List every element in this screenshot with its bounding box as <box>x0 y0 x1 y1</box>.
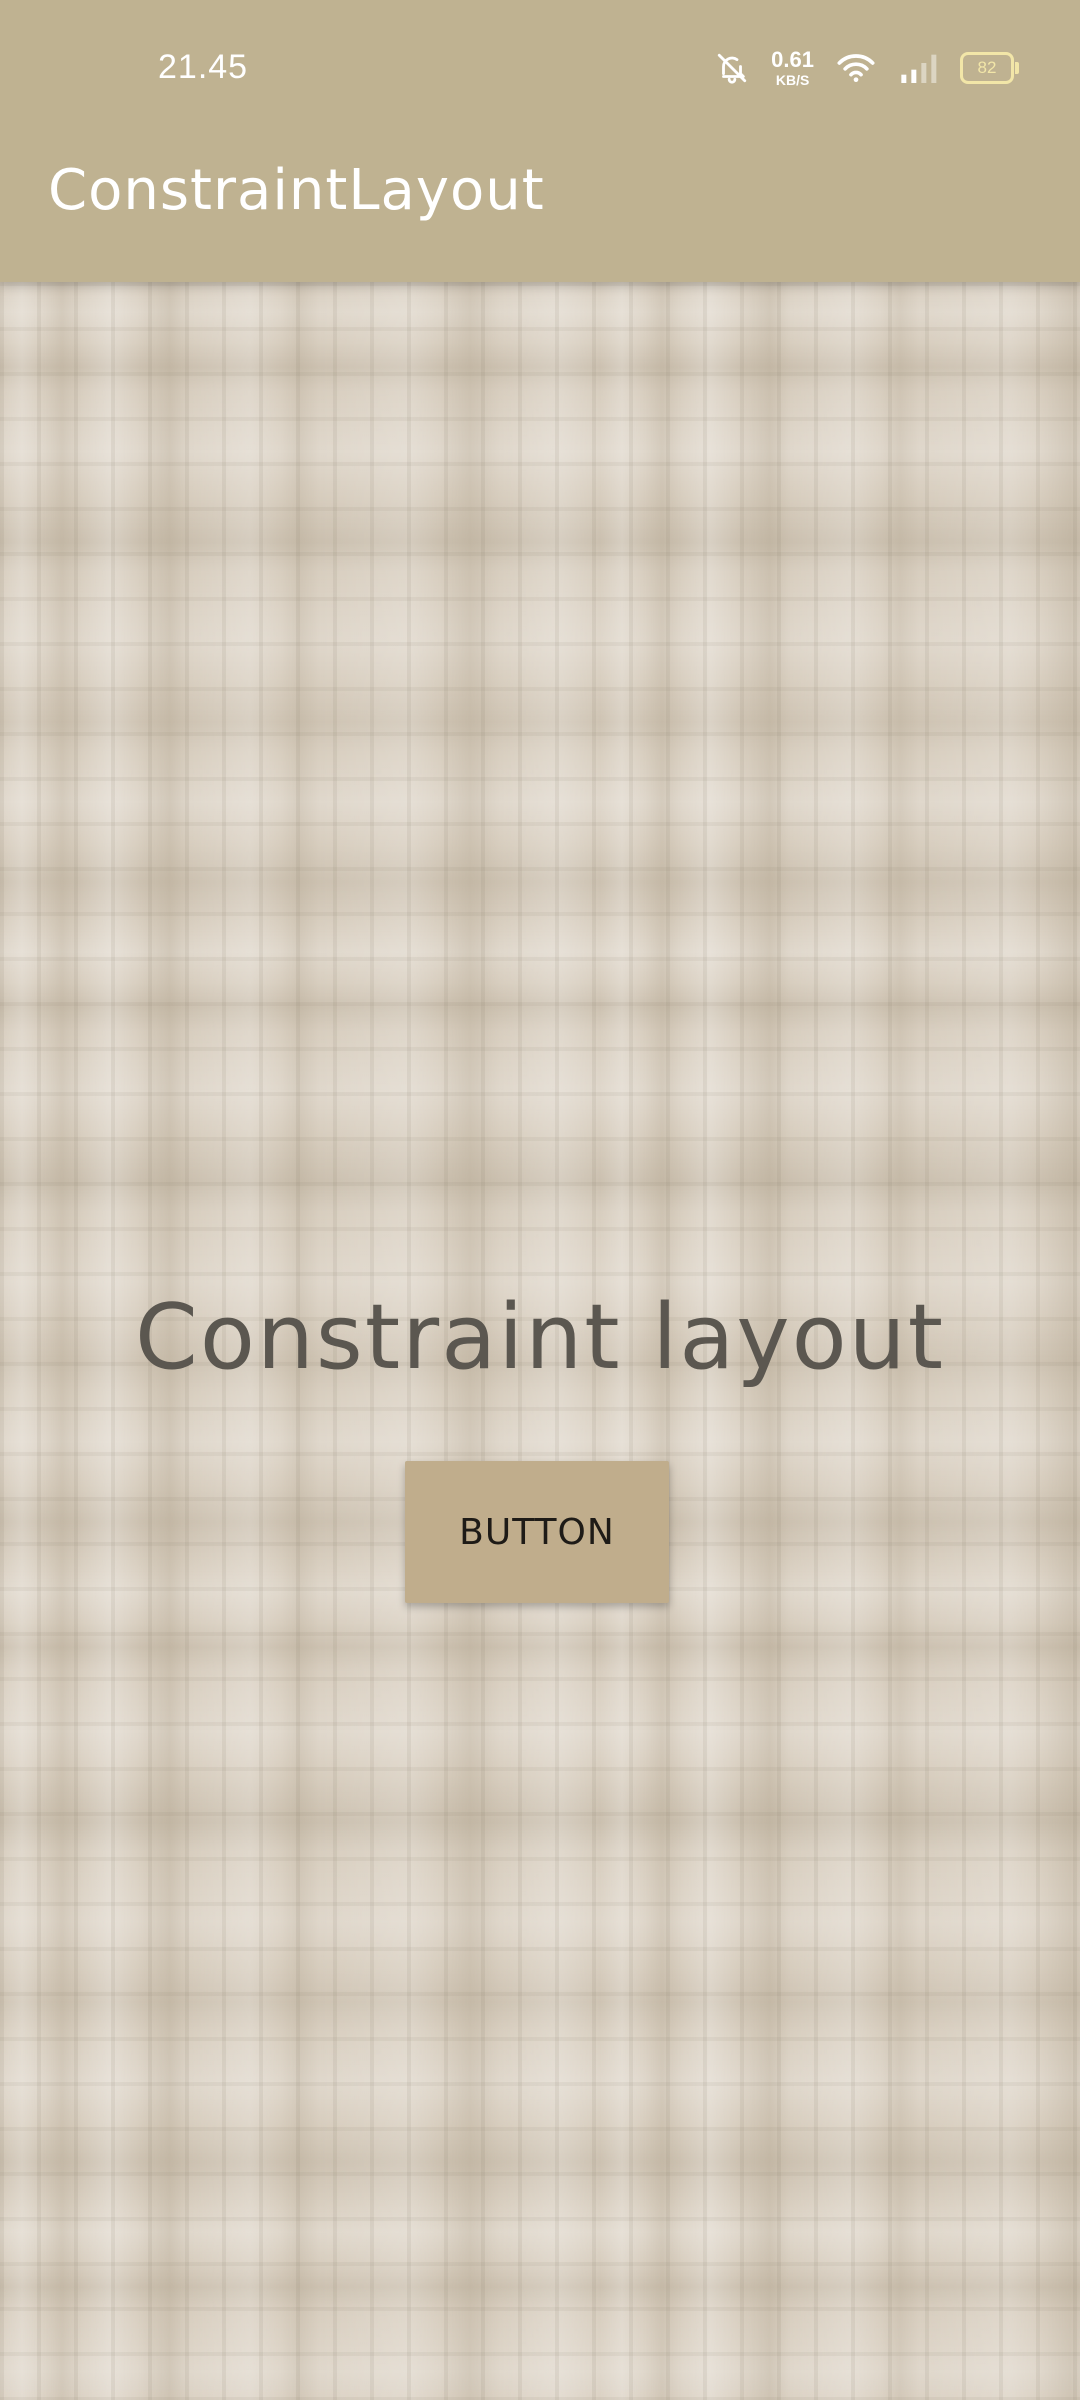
net-speed: 0.61 KB/S <box>771 47 814 88</box>
bell-off-icon <box>715 51 749 85</box>
battery-icon: 82 <box>960 52 1019 84</box>
battery-level: 82 <box>977 58 997 77</box>
status-time: 21.45 <box>158 48 249 86</box>
app-title: ConstraintLayout <box>48 158 545 223</box>
top-bar: 21.45 0.61 KB/S 82 ConstraintLayout <box>0 0 1080 282</box>
headline-text: Constraint layout <box>134 1285 946 1390</box>
status-icons: 0.61 KB/S 82 <box>715 46 1019 90</box>
wifi-icon <box>836 51 876 85</box>
signal-icon <box>898 51 938 85</box>
net-speed-unit: KB/S <box>775 72 810 88</box>
net-speed-value: 0.61 <box>771 47 814 72</box>
main-button[interactable]: BUTTON <box>405 1461 669 1603</box>
